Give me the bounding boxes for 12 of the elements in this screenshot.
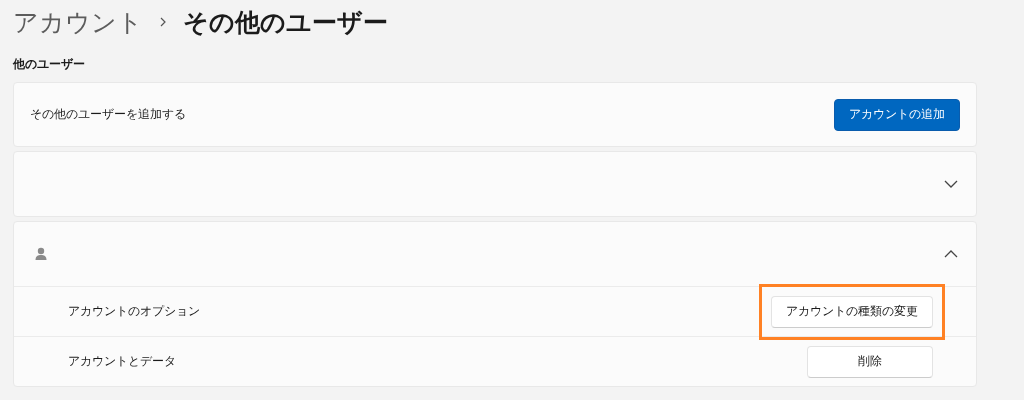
remove-button[interactable]: 削除	[807, 345, 933, 378]
change-account-type-button[interactable]: アカウントの種類の変更	[771, 295, 933, 328]
breadcrumb-item[interactable]: アカウント	[13, 5, 143, 39]
section-heading: 他のユーザー	[13, 56, 86, 73]
setting-label: アカウントのオプション	[68, 303, 200, 320]
breadcrumb-item: その他のユーザー	[183, 6, 388, 39]
chevron-up-icon[interactable]	[944, 249, 958, 259]
chevron-right-icon	[159, 16, 167, 28]
setting-label: アカウントとデータ	[68, 353, 176, 370]
chevron-down-icon[interactable]	[944, 179, 958, 189]
add-account-button[interactable]: アカウントの追加	[834, 98, 960, 131]
setting-label: その他のユーザーを追加する	[30, 106, 186, 123]
